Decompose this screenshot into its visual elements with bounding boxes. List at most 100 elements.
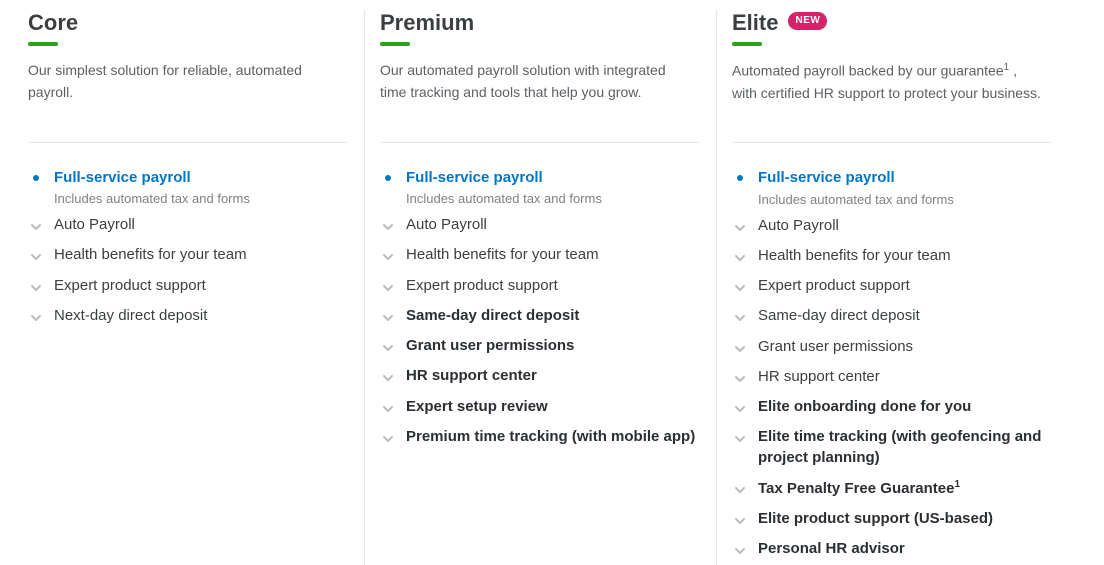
feature-label: Health benefits for your team [54,245,348,265]
feature-item[interactable]: Elite product support (US-based) [732,504,1052,534]
chevron-down-icon [732,509,748,524]
feature-item[interactable]: Full-service payroll [28,163,348,193]
feature-label: Expert product support [406,276,700,296]
feature-item[interactable]: Full-service payroll [732,163,1052,193]
feature-item[interactable]: Auto Payroll [732,211,1052,241]
feature-label: HR support center [758,367,1052,387]
feature-label: Same-day direct deposit [406,306,700,326]
feature-list: Full-service payroll Includes automated … [28,163,348,331]
feature-label: Elite time tracking (with geofencing and… [758,427,1052,468]
feature-item[interactable]: Same-day direct deposit [380,301,700,331]
feature-item[interactable]: Premium time tracking (with mobile app) [380,422,700,452]
feature-item[interactable]: Tax Penalty Free Guarantee1 [732,473,1052,504]
feature-item[interactable]: Auto Payroll [28,210,348,240]
feature-item[interactable]: Health benefits for your team [28,240,348,270]
feature-item[interactable]: HR support center [732,362,1052,392]
feature-label: Elite onboarding done for you [758,397,1052,417]
plan-description: Our simplest solution for reliable, auto… [28,60,338,103]
feature-label: Expert product support [758,276,1052,296]
title-underline [732,42,762,46]
plan-description: Automated payroll backed by our guarante… [732,60,1042,104]
feature-label: Auto Payroll [54,215,348,235]
chevron-down-icon [732,397,748,412]
feature-item[interactable]: Full-service payroll [380,163,700,193]
feature-subtext: Includes automated tax and forms [28,191,348,206]
feature-item[interactable]: Grant user permissions [732,332,1052,362]
feature-item[interactable]: Personal HR advisor [732,534,1052,564]
plan-header: Core Our simplest solution for reliable,… [28,10,348,104]
feature-list: Full-service payroll Includes automated … [732,163,1052,564]
chevron-down-icon [28,215,44,230]
feature-item[interactable]: Next-day direct deposit [28,301,348,331]
feature-label: Grant user permissions [406,336,700,356]
feature-label: Next-day direct deposit [54,306,348,326]
feature-item[interactable]: Elite time tracking (with geofencing and… [732,422,1052,473]
chevron-down-icon [380,366,396,381]
feature-item[interactable]: HR support center [380,361,700,391]
chevron-down-icon [380,245,396,260]
feature-item[interactable]: Elite onboarding done for you [732,392,1052,422]
feature-label: Full-service payroll [758,168,1052,188]
chevron-down-icon [732,478,748,493]
feature-label: Expert setup review [406,397,700,417]
feature-item[interactable]: Expert product support [732,271,1052,301]
chevron-down-icon [732,427,748,442]
feature-label: Full-service payroll [406,168,700,188]
pricing-plans: Core Our simplest solution for reliable,… [0,0,1104,565]
plan-header: Premium Our automated payroll solution w… [380,10,700,104]
feature-label: Same-day direct deposit [758,306,1052,326]
chevron-down-icon [732,246,748,261]
plan-core: Core Our simplest solution for reliable,… [12,10,364,565]
bullet-icon [380,168,396,181]
feature-item[interactable]: Health benefits for your team [380,240,700,270]
feature-label: Full-service payroll [54,168,348,188]
chevron-down-icon [732,337,748,352]
feature-item[interactable]: Grant user permissions [380,331,700,361]
feature-label: Auto Payroll [758,216,1052,236]
chevron-down-icon [28,245,44,260]
plan-title: Premium [380,10,474,36]
chevron-down-icon [732,216,748,231]
chevron-down-icon [380,276,396,291]
chevron-down-icon [28,276,44,291]
feature-item[interactable]: Same-day direct deposit [732,301,1052,331]
feature-label: Auto Payroll [406,215,700,235]
bullet-icon [28,168,44,181]
feature-label: HR support center [406,366,700,386]
feature-subtext: Includes automated tax and forms [380,191,700,206]
chevron-down-icon [380,336,396,351]
plan-header: Elite NEW Automated payroll backed by ou… [732,10,1052,104]
feature-label: Elite product support (US-based) [758,509,1052,529]
chevron-down-icon [732,306,748,321]
feature-label: Health benefits for your team [758,246,1052,266]
feature-item[interactable]: Auto Payroll [380,210,700,240]
divider [380,142,700,143]
chevron-down-icon [28,306,44,321]
feature-subtext: Includes automated tax and forms [732,192,1052,207]
feature-item[interactable]: Health benefits for your team [732,241,1052,271]
feature-label: Health benefits for your team [406,245,700,265]
feature-item[interactable]: Expert setup review [380,392,700,422]
chevron-down-icon [380,427,396,442]
chevron-down-icon [732,367,748,382]
new-badge: NEW [788,12,827,30]
feature-item[interactable]: Expert product support [28,271,348,301]
title-underline [28,42,58,46]
divider [732,142,1052,143]
feature-label: Premium time tracking (with mobile app) [406,427,700,447]
plan-title: Elite [732,10,778,36]
feature-list: Full-service payroll Includes automated … [380,163,700,452]
feature-label: Personal HR advisor [758,539,1052,559]
plan-description: Our automated payroll solution with inte… [380,60,690,103]
title-underline [380,42,410,46]
chevron-down-icon [380,306,396,321]
chevron-down-icon [380,215,396,230]
feature-item[interactable]: Expert product support [380,271,700,301]
chevron-down-icon [380,397,396,412]
plan-title: Core [28,10,78,36]
bullet-icon [732,168,748,181]
divider [28,142,348,143]
plan-premium: Premium Our automated payroll solution w… [364,10,716,565]
plan-elite: Elite NEW Automated payroll backed by ou… [716,10,1068,565]
chevron-down-icon [732,276,748,291]
